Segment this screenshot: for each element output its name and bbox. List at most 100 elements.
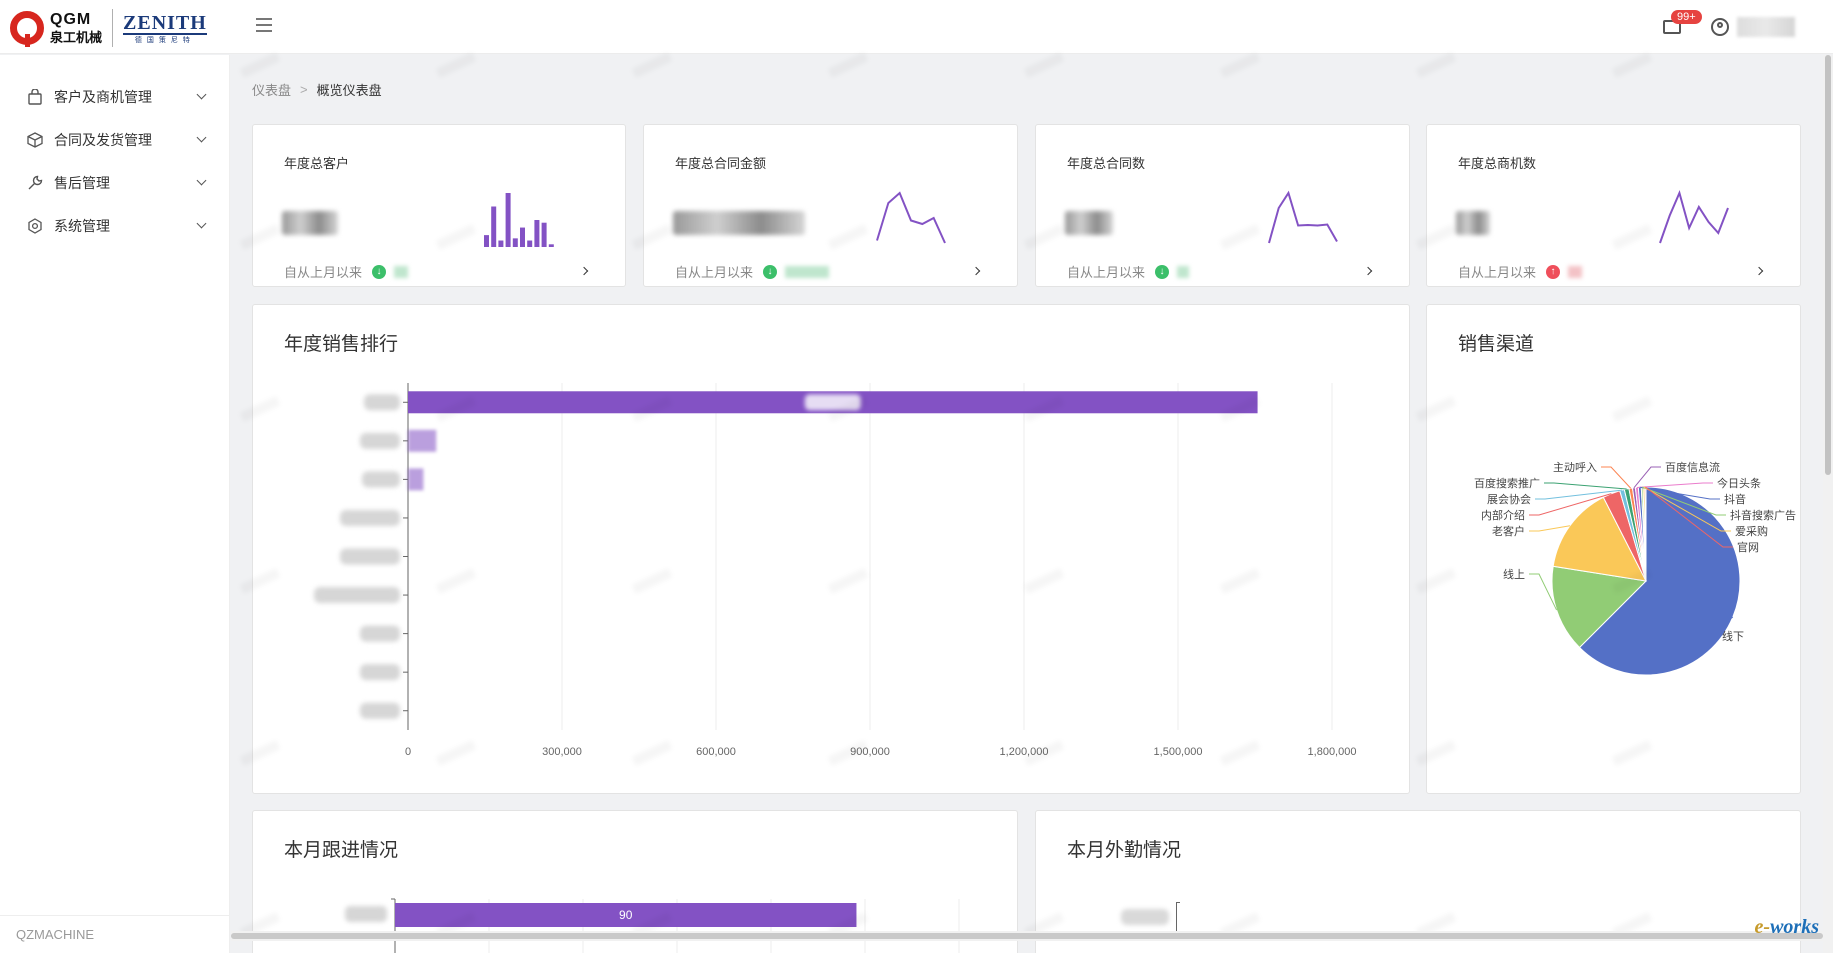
box-icon	[26, 131, 44, 149]
pie-leader-line	[1529, 525, 1571, 532]
sidebar-item-aftersales[interactable]: 售后管理	[0, 161, 229, 204]
logo-line2: 泉工机械	[50, 30, 103, 45]
panel-title: 本月外勤情况	[1067, 840, 1182, 861]
stat-footer-label: 自从上月以来	[675, 265, 754, 280]
breadcrumb-current: 概览仪表盘	[316, 83, 382, 98]
y-category-label-blurred	[364, 394, 400, 411]
sparkline-chart	[484, 193, 554, 247]
arrow-down-icon: ↓	[1155, 264, 1170, 279]
sidebar-item-customer[interactable]: 客户及商机管理	[0, 75, 229, 118]
spark-bar	[512, 238, 518, 247]
chevron-right-icon[interactable]	[1754, 266, 1764, 276]
spark-bar	[484, 235, 489, 247]
bag-icon	[26, 88, 44, 106]
menu-toggle-icon[interactable]	[256, 18, 272, 32]
pie-label: 今日头条	[1717, 476, 1761, 490]
user-icon[interactable]	[1711, 18, 1729, 36]
bar	[408, 429, 437, 452]
y-category-label-blurred	[360, 625, 400, 642]
stat-footer-label: 自从上月以来	[1458, 265, 1537, 280]
chevron-right-icon[interactable]	[971, 266, 981, 276]
bar-data-label-blurred	[804, 394, 861, 411]
x-tick-label: 1,200,000	[1000, 746, 1049, 758]
stat-card-opportunities[interactable]: 年度总商机数 自从上月以来 ↑	[1426, 124, 1801, 287]
y-category-label-blurred	[360, 664, 400, 681]
stat-value-blurred	[282, 211, 338, 235]
spark-bar	[505, 193, 511, 247]
x-tick-label: 1,800,000	[1308, 746, 1357, 758]
y-category-label-blurred	[360, 432, 400, 449]
stat-title: 年度总合同数	[1067, 156, 1146, 171]
stat-card-contract-count[interactable]: 年度总合同数 自从上月以来 ↓	[1035, 124, 1410, 287]
stat-title: 年度总商机数	[1458, 156, 1537, 171]
y-category-label-blurred	[345, 906, 387, 922]
zenith-logo: ZENITH	[123, 11, 207, 35]
pie-leader-line	[1636, 482, 1713, 488]
chevron-down-icon	[196, 89, 207, 100]
chevron-down-icon	[196, 218, 207, 229]
watermark	[1220, 52, 1260, 78]
pie-label: 百度搜索推广	[1474, 476, 1540, 490]
sparkline-chart	[1659, 190, 1729, 244]
stat-title: 年度总客户	[284, 156, 350, 171]
y-category-label-blurred	[362, 471, 400, 488]
change-value-blurred	[1568, 265, 1583, 278]
horizontal-scrollbar[interactable]	[231, 931, 1823, 941]
y-category-label-blurred	[340, 509, 400, 526]
y-category-label-blurred	[314, 587, 400, 604]
spark-bar	[541, 222, 547, 247]
sidebar-item-contract[interactable]: 合同及发货管理	[0, 118, 229, 161]
stat-card-customers[interactable]: 年度总客户 自从上月以来 ↓	[252, 124, 626, 287]
x-tick-label: 0	[405, 746, 411, 758]
stat-value-blurred	[1065, 211, 1113, 235]
mail-icon[interactable]: 99+	[1663, 10, 1702, 34]
watermark	[1024, 52, 1064, 78]
blurred-label	[1121, 909, 1169, 925]
zenith-logo-sub: 德国策尼特	[134, 36, 195, 44]
user-name-blurred[interactable]	[1737, 17, 1795, 37]
sidebar-item-system[interactable]: 系统管理	[0, 204, 229, 247]
stat-footer-label: 自从上月以来	[284, 265, 363, 280]
chevron-right-icon[interactable]	[1363, 266, 1373, 276]
sidebar-footer: QZMACHINE	[0, 915, 229, 953]
sidebar-item-label: 系统管理	[54, 217, 110, 234]
logo-divider	[112, 9, 114, 47]
spark-bar	[527, 240, 533, 247]
chevron-down-icon	[196, 132, 207, 143]
sidebar-item-label: 合同及发货管理	[54, 131, 152, 148]
watermark	[632, 52, 672, 78]
arrow-down-icon: ↓	[372, 264, 387, 279]
breadcrumb-parent[interactable]: 仪表盘	[252, 80, 291, 99]
stat-value-blurred	[673, 211, 805, 235]
chevron-right-icon[interactable]	[579, 266, 589, 276]
scroll-thumb[interactable]	[1825, 55, 1831, 475]
top-header: QGM 泉工机械 ZENITH 德国策尼特 99+	[0, 0, 1833, 54]
pie-label: 老客户	[1492, 524, 1525, 538]
pie-label: 爱采购	[1735, 524, 1768, 538]
logo-line1: QGM	[50, 11, 92, 28]
axis-tick	[1176, 902, 1180, 903]
chevron-down-icon	[196, 175, 207, 186]
spark-bar	[498, 240, 504, 247]
panel-sales-rank: 年度销售排行 0 300,000 600,000 900,000 1,200,000 1,…	[252, 304, 1410, 794]
axis-line	[1176, 902, 1177, 932]
spark-bar	[534, 220, 540, 247]
panel-sales-channel: 销售渠道 线下 线上 老客户 内部介绍 展会协会 百度搜索推广 主动呼入 百度信息流 今日头条抖…	[1426, 304, 1801, 794]
stat-card-contract-amount[interactable]: 年度总合同金额 自从上月以来 ↓	[643, 124, 1018, 287]
breadcrumb: 仪表盘 > 概览仪表盘	[252, 80, 382, 99]
spark-bar	[520, 227, 525, 247]
sidebar: 客户及商机管理 合同及发货管理 售后管理 系统管理 QZMACHINE	[0, 55, 230, 953]
vertical-scrollbar[interactable]	[1823, 55, 1833, 953]
company-logo[interactable]: QGM 泉工机械 ZENITH 德国策尼特	[10, 8, 207, 48]
settings-icon	[26, 217, 44, 235]
sales-channel-chart: 线下 线上 老客户 内部介绍 展会协会 百度搜索推广主动呼入 百度信息流今日头条抖音抖音搜索…	[1474, 460, 1796, 676]
scroll-thumb[interactable]	[231, 933, 1823, 939]
spark-line	[1659, 190, 1729, 244]
pie-label: 百度信息流	[1665, 460, 1720, 474]
spark-line	[876, 191, 946, 244]
stat-footer-label: 自从上月以来	[1067, 265, 1146, 280]
pie-label: 线上	[1503, 567, 1525, 581]
stat-value-blurred	[1456, 211, 1490, 235]
pie-label: 抖音搜索广告	[1730, 508, 1796, 522]
y-category-label-blurred	[340, 548, 400, 565]
